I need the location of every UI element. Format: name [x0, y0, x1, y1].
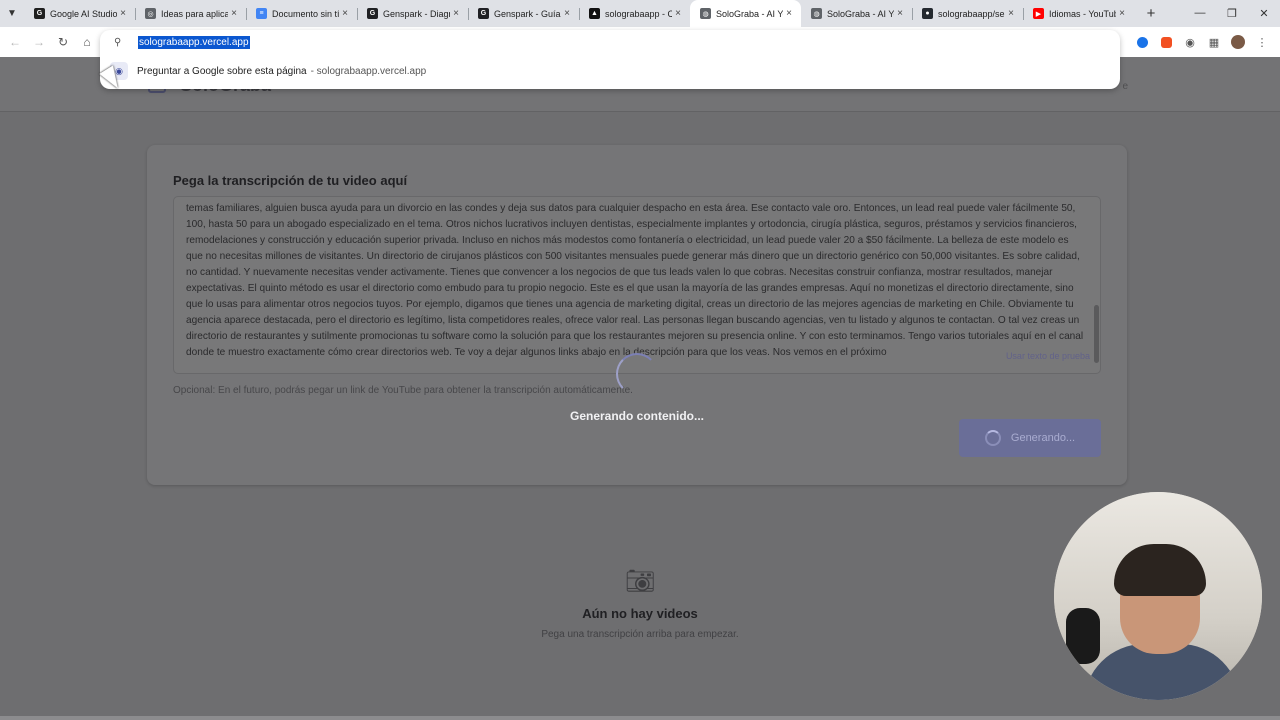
tab-title: solograbaapp - C — [605, 8, 672, 19]
card-title: Pega la transcripción de tu video aquí — [173, 173, 408, 188]
browser-tab[interactable]: ▲ solograbaapp - C × — [579, 0, 690, 27]
tab-favicon-icon: ◍ — [700, 8, 711, 19]
close-tab-icon[interactable]: × — [1116, 8, 1128, 19]
reload-icon[interactable]: ↻ — [51, 35, 75, 49]
close-tab-icon[interactable]: × — [228, 8, 240, 19]
url-input[interactable]: solograbaapp.vercel.app — [138, 35, 250, 49]
tab-favicon-icon: ◎ — [145, 8, 156, 19]
browser-tab[interactable]: ◎ Ideas para aplicac × — [135, 0, 246, 27]
back-arrow-icon[interactable]: ← — [3, 35, 27, 49]
extension-orange-icon[interactable] — [1154, 33, 1178, 51]
tab-title: SoloGraba - AI Yo — [827, 8, 894, 19]
close-tab-icon[interactable]: × — [450, 8, 462, 19]
close-tab-icon[interactable]: × — [783, 8, 795, 19]
restore-icon[interactable]: ❐ — [1216, 7, 1248, 20]
transcript-card: Pega la transcripción de tu video aquí t… — [147, 145, 1127, 485]
close-window-icon[interactable]: ✕ — [1248, 7, 1280, 20]
use-sample-text-link[interactable]: Usar texto de prueba — [1006, 351, 1090, 361]
header-nav-item[interactable]: e — [1122, 81, 1128, 92]
address-bar[interactable]: ⚲ solograbaapp.vercel.app — [100, 30, 1120, 54]
loading-text: Generando contenido... — [569, 409, 704, 423]
profile-avatar[interactable] — [1226, 33, 1250, 51]
tab-favicon-icon: ● — [922, 8, 933, 19]
tab-favicon-icon: ◍ — [811, 8, 822, 19]
generate-button[interactable]: Generando... — [959, 419, 1101, 457]
site-info-icon[interactable]: ⚲ — [114, 37, 128, 48]
close-tab-icon[interactable]: × — [339, 8, 351, 19]
taskbar-edge — [0, 716, 1280, 720]
close-tab-icon[interactable]: × — [117, 8, 129, 19]
tab-favicon-icon: G — [367, 8, 378, 19]
chevron-down-icon[interactable]: ▼ — [0, 0, 24, 27]
forward-arrow-icon[interactable]: → — [27, 35, 51, 49]
kebab-menu-icon[interactable]: ⋮ — [1250, 33, 1274, 51]
microphone-icon — [1066, 608, 1100, 664]
window-controls: — ❐ ✕ — [1184, 7, 1280, 20]
tab-list: G Google AI Studio × ◎ Ideas para aplicac × ≡ D… — [24, 0, 1134, 27]
close-tab-icon[interactable]: × — [561, 8, 573, 19]
tab-strip: ▼ G Google AI Studio × ◎ Ideas para aplicac ×… — [0, 0, 1280, 27]
tab-title: Google AI Studio — [50, 8, 117, 19]
home-icon[interactable]: ⌂ — [75, 35, 99, 49]
transcript-textarea[interactable]: temas familiares, alguien busca ayuda pa… — [173, 196, 1101, 374]
tab-favicon-icon: G — [34, 8, 45, 19]
tab-title: SoloGraba - AI Yo — [716, 8, 783, 19]
close-tab-icon[interactable]: × — [672, 8, 684, 19]
new-tab-button[interactable]: + — [1140, 5, 1162, 22]
tab-favicon-icon: ≡ — [256, 8, 267, 19]
generate-button-label: Generando... — [1010, 432, 1076, 444]
tab-title: solograbaapp/ser — [938, 8, 1005, 19]
transcript-text: temas familiares, alguien busca ayuda pa… — [186, 203, 1084, 358]
suggestion-text: Preguntar a Google sobre esta página — [137, 65, 307, 77]
screenshot-icon[interactable]: ◉ — [1178, 33, 1202, 51]
browser-tab[interactable]: G Genspark - Diagr × — [357, 0, 468, 27]
tab-title: Genspark - Diagr — [383, 8, 450, 19]
close-tab-icon[interactable]: × — [1005, 8, 1017, 19]
spinner-icon — [984, 430, 1001, 446]
suggestion-url: - solograbaapp.vercel.app — [310, 65, 427, 77]
webcam-overlay — [1054, 492, 1262, 700]
google-lens-icon[interactable] — [1130, 33, 1154, 51]
browser-tab[interactable]: ▶ Idiomas - YouTub × — [1023, 0, 1134, 27]
browser-tab[interactable]: ◍ SoloGraba - AI Yo × — [801, 0, 912, 27]
browser-tab[interactable]: G Genspark - Guía p × — [468, 0, 579, 27]
tab-title: Ideas para aplicac — [161, 8, 228, 19]
browser-tab[interactable]: ◍ SoloGraba - AI Yo × — [690, 0, 801, 27]
youtube-hint: Opcional: En el futuro, podrás pegar un … — [173, 385, 633, 396]
tab-favicon-icon: ▶ — [1033, 8, 1044, 19]
extensions-puzzle-icon[interactable]: ▦ — [1202, 33, 1226, 51]
minimize-icon[interactable]: — — [1184, 7, 1216, 20]
tab-favicon-icon: ▲ — [589, 8, 600, 19]
omnibox-dropdown: ⚲ solograbaapp.vercel.app ◉ Preguntar a … — [100, 30, 1120, 89]
omnibox-suggestion[interactable]: ◉ Preguntar a Google sobre esta página -… — [100, 60, 1120, 82]
browser-tab[interactable]: G Google AI Studio × — [24, 0, 135, 27]
transcript-scrollbar[interactable] — [1094, 305, 1099, 363]
close-tab-icon[interactable]: × — [894, 8, 906, 19]
browser-tab[interactable]: ≡ Documento sin tít × — [246, 0, 357, 27]
tab-title: Genspark - Guía p — [494, 8, 561, 19]
tab-title: Idiomas - YouTub — [1049, 8, 1116, 19]
tab-favicon-icon: G — [478, 8, 489, 19]
tab-title: Documento sin tít — [272, 8, 339, 19]
loading-spinner-icon — [616, 353, 658, 395]
browser-tab[interactable]: ● solograbaapp/ser × — [912, 0, 1023, 27]
